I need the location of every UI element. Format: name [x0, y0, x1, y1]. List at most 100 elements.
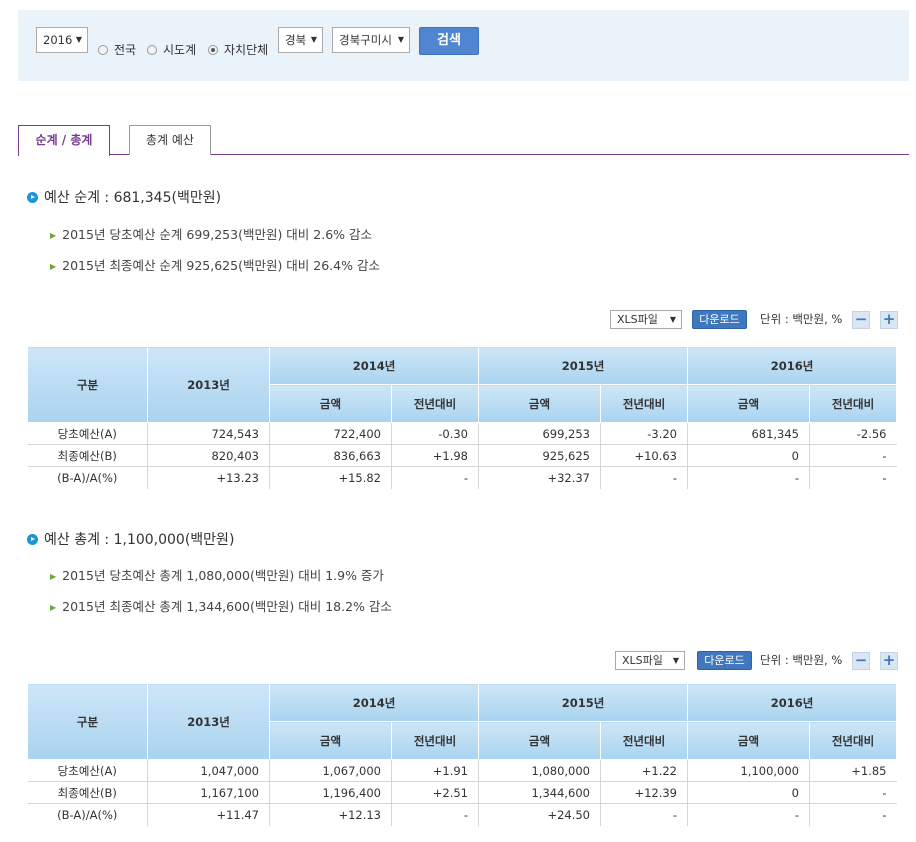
header-yoy: 전년대비 — [809, 721, 897, 760]
row-label: (B-A)/A(%) — [27, 466, 148, 489]
table-cell: +1.91 — [391, 759, 479, 782]
table-cell: +11.47 — [147, 803, 270, 826]
search-button[interactable]: 검색 — [419, 27, 479, 55]
header-2014: 2014년 — [269, 346, 479, 385]
table-row: 당초예산(A) 724,543 722,400 -0.30 699,253 -3.20 68… — [27, 422, 897, 445]
table-cell: - — [687, 803, 810, 826]
header-category: 구분 — [27, 683, 148, 760]
table-row: 최종예산(B) 1,167,100 1,196,400 +2.51 1,344,600 +… — [27, 781, 897, 804]
table-cell: - — [600, 466, 688, 489]
file-type-value: XLS파일 — [622, 654, 663, 667]
net-budget-note: ▶ 2015년 최종예산 순계 925,625(백만원) 대비 26.4% 감소 — [50, 258, 380, 274]
table-cell: - — [809, 444, 897, 467]
radio-local-government[interactable]: 자치단체 — [208, 43, 268, 57]
minus-icon[interactable]: − — [852, 652, 870, 670]
net-budget-note-text: 2015년 최종예산 순계 925,625(백만원) 대비 26.4% 감소 — [62, 258, 380, 273]
table-cell: 681,345 — [687, 422, 810, 445]
province-select-value: 경북 — [285, 33, 307, 47]
net-budget-title: 예산 순계 : 681,345(백만원) — [27, 189, 221, 207]
header-yoy: 전년대비 — [391, 384, 479, 423]
header-2016: 2016년 — [687, 683, 897, 722]
triangle-bullet-icon: ▶ — [50, 231, 57, 240]
chevron-down-icon: ▼ — [672, 656, 679, 665]
header-category: 구분 — [27, 346, 148, 423]
table-row: (B-A)/A(%) +13.23 +15.82- +32.37- - - — [27, 466, 897, 489]
table-cell: 1,100,000 — [687, 759, 810, 782]
header-2013: 2013년 — [147, 346, 270, 423]
row-label: 당초예산(A) — [27, 759, 148, 782]
table-cell: 722,400 — [269, 422, 392, 445]
net-budget-note: ▶ 2015년 당초예산 순계 699,253(백만원) 대비 2.6% 감소 — [50, 227, 372, 243]
chevron-down-icon: ▼ — [397, 35, 404, 44]
table-cell: - — [882, 470, 887, 485]
row-label: 최종예산(B) — [27, 781, 148, 804]
table-toolbar: XLS파일 ▼ 다운로드 단위 : 백만원, % − + — [610, 310, 910, 330]
total-budget-note: ▶ 2015년 당초예산 총계 1,080,000(백만원) 대비 1.9% 증가 — [50, 568, 384, 584]
table-cell: 1,344,600 — [478, 781, 601, 804]
triangle-bullet-icon: ▶ — [50, 603, 57, 612]
row-label: 당초예산(A) — [27, 422, 148, 445]
table-cell: - — [809, 781, 897, 804]
unit-label: 단위 : 백만원, % — [760, 653, 843, 667]
total-budget-tbody: 당초예산(A) 1,047,000 1,067,000 +1.91 1,080,000 +… — [27, 759, 897, 826]
header-2015: 2015년 — [478, 346, 688, 385]
table-cell: 699,253 — [478, 422, 601, 445]
table-cell: +12.39 — [600, 781, 688, 804]
table-cell: -3.20 — [600, 422, 688, 445]
year-select-value: 2016 — [43, 33, 73, 47]
file-type-select[interactable]: XLS파일 ▼ — [615, 651, 685, 670]
table-cell: +2.51 — [391, 781, 479, 804]
table-cell: +15.82 — [269, 466, 392, 489]
tab-total-budget[interactable]: 총계 예산 — [129, 125, 211, 155]
city-select[interactable]: 경북구미시 ▼ — [332, 27, 410, 53]
plus-icon[interactable]: + — [880, 652, 898, 670]
province-select[interactable]: 경북 ▼ — [278, 27, 323, 53]
tab-bar: 순계 / 총계 총계 예산 — [18, 125, 909, 156]
city-select-value: 경북구미시 — [339, 33, 392, 47]
total-budget-note-text: 2015년 당초예산 총계 1,080,000(백만원) 대비 1.9% 증가 — [62, 568, 384, 583]
table-cell: +13.23 — [147, 466, 270, 489]
radio-national-dot[interactable] — [98, 45, 108, 55]
table-row: 최종예산(B) 820,403 836,663 +1.98 925,625 +10.63 0… — [27, 444, 897, 467]
radio-province-total[interactable]: 시도계 — [147, 43, 196, 57]
radio-province-total-label: 시도계 — [163, 43, 197, 57]
radio-province-total-dot[interactable] — [147, 45, 157, 55]
circle-arrow-icon — [27, 534, 38, 545]
table-cell: +10.63 — [600, 444, 688, 467]
header-amount: 금액 — [687, 384, 810, 423]
table-cell: 1,047,000 — [147, 759, 270, 782]
chevron-down-icon: ▼ — [75, 35, 82, 44]
header-2013: 2013년 — [147, 683, 270, 760]
radio-local-government-dot[interactable] — [208, 45, 218, 55]
file-type-select[interactable]: XLS파일 ▼ — [610, 310, 682, 329]
table-cell: 1,067,000 — [269, 759, 392, 782]
radio-national[interactable]: 전국 — [98, 43, 136, 57]
total-budget-title: 예산 총계 : 1,100,000(백만원) — [27, 531, 234, 549]
download-button[interactable]: 다운로드 — [692, 310, 747, 329]
table-row: 당초예산(A) 1,047,000 1,067,000 +1.91 1,080,000 +… — [27, 759, 897, 782]
file-type-value: XLS파일 — [617, 313, 658, 326]
table-cell: - — [600, 803, 688, 826]
radio-local-government-label: 자치단체 — [224, 43, 269, 57]
triangle-bullet-icon: ▶ — [50, 572, 57, 581]
minus-icon[interactable]: − — [852, 311, 870, 329]
net-budget-table: 구분 2013년 2014년 2015년 2016년 금액 전년대비 금액 전년… — [27, 346, 897, 489]
plus-icon[interactable]: + — [880, 311, 898, 329]
total-budget-table: 구분 2013년 2014년 2015년 2016년 금액 전년대비 금액 전년… — [27, 683, 897, 826]
year-select[interactable]: 2016 ▼ — [36, 27, 88, 53]
header-yoy: 전년대비 — [600, 384, 688, 423]
row-label: (B-A)/A(%) — [27, 803, 148, 826]
header-amount: 금액 — [269, 384, 392, 423]
download-button[interactable]: 다운로드 — [697, 651, 752, 670]
header-amount: 금액 — [478, 721, 601, 760]
header-amount: 금액 — [687, 721, 810, 760]
table-row: (B-A)/A(%) +11.47 +12.13- +24.50- - - — [27, 803, 897, 826]
table-cell: +1.85 — [809, 759, 897, 782]
table-cell: 0 — [687, 444, 810, 467]
table-cell: 724,543 — [147, 422, 270, 445]
table-cell: - — [391, 466, 479, 489]
chevron-down-icon: ▼ — [310, 35, 317, 44]
table-cell: 820,403 — [147, 444, 270, 467]
tab-net-total[interactable]: 순계 / 총계 — [18, 125, 110, 156]
header-2016: 2016년 — [687, 346, 897, 385]
